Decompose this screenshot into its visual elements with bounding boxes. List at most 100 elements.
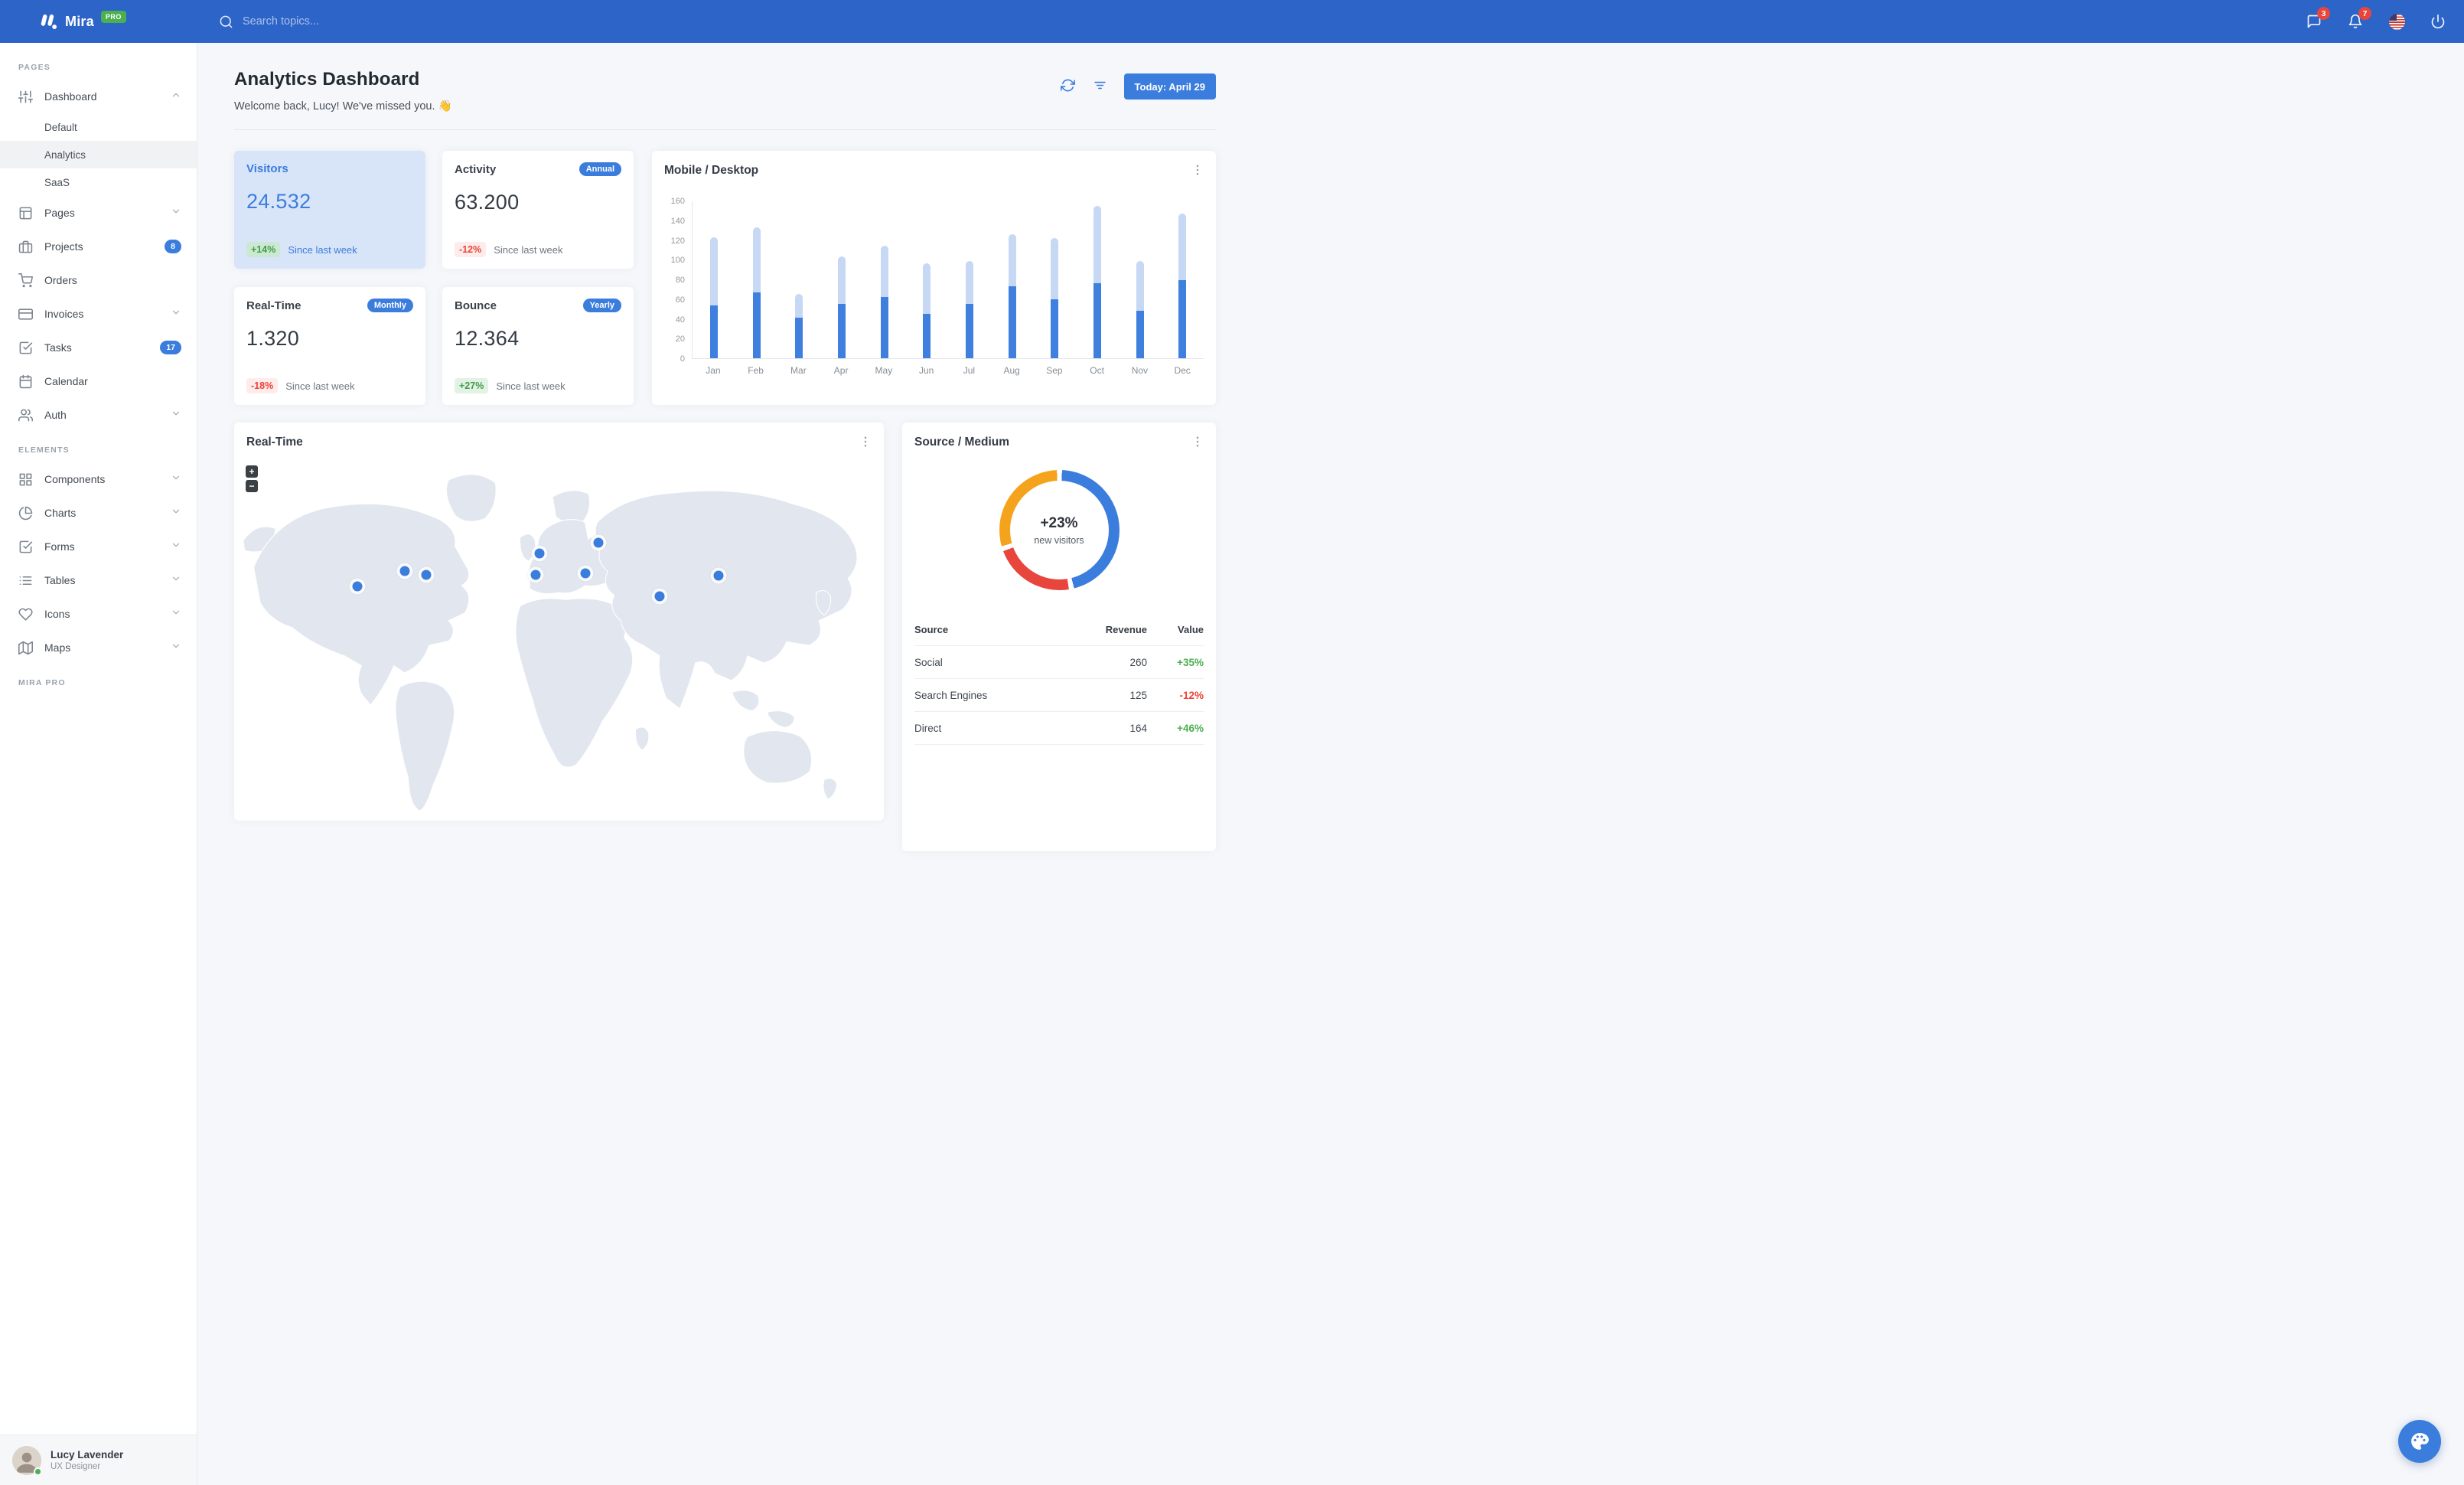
theme-settings-button[interactable]: [2398, 1420, 2441, 1463]
sidebar-item-icons[interactable]: Icons: [0, 597, 197, 631]
sidebar-user[interactable]: Lucy Lavender UX Designer: [0, 1434, 197, 1485]
bar-aug[interactable]: [991, 201, 1034, 358]
source-cell: Direct: [914, 722, 942, 734]
stat-title: Real-Time: [246, 299, 301, 312]
map-menu-button[interactable]: [858, 435, 873, 450]
x-axis-label: Oct: [1090, 365, 1104, 376]
avatar: [12, 1445, 42, 1476]
map-marker[interactable]: [580, 568, 591, 579]
sidebar-item-calendar[interactable]: Calendar: [0, 364, 197, 398]
sidebar-item-label: Maps: [44, 641, 71, 654]
bar-nov[interactable]: [1119, 201, 1162, 358]
chart-card-title: Mobile / Desktop: [664, 164, 759, 177]
sidebar-item-pages[interactable]: Pages: [0, 196, 197, 230]
sidebar-subitem-label: SaaS: [44, 176, 70, 188]
search-input[interactable]: [243, 15, 503, 28]
language-button[interactable]: [2387, 12, 2406, 31]
sidebar-subitem-default[interactable]: Default: [0, 113, 197, 141]
messages-button[interactable]: 3: [2305, 7, 2330, 31]
list-icon: [19, 576, 32, 585]
refresh-icon: [1061, 79, 1076, 92]
bar-apr[interactable]: [820, 201, 863, 358]
revenue-cell: 125: [1129, 689, 1147, 701]
world-map-graphic: [243, 474, 858, 811]
chevron-down-icon: [172, 475, 180, 479]
bar-may[interactable]: [863, 201, 906, 358]
bar-oct[interactable]: [1076, 201, 1119, 358]
source-donut-chart: +23% new visitors: [999, 470, 1120, 590]
map-marker[interactable]: [654, 591, 665, 601]
notifications-button[interactable]: 7: [2346, 7, 2371, 31]
map-zoom-controls: + −: [246, 465, 258, 492]
map-marker[interactable]: [399, 566, 410, 576]
sidebar-item-forms[interactable]: Forms: [0, 530, 197, 563]
pro-badge: PRO: [100, 11, 126, 23]
chevron-down-icon: [171, 206, 181, 220]
bar-sep[interactable]: [1033, 201, 1076, 358]
source-cell: Social: [914, 656, 943, 668]
bar-feb[interactable]: [735, 201, 778, 358]
sidebar-item-dashboard[interactable]: Dashboard: [0, 80, 197, 113]
map-zoom-in-button[interactable]: +: [246, 465, 258, 478]
user-name: Lucy Lavender: [51, 1449, 124, 1461]
filter-button[interactable]: [1092, 78, 1109, 95]
source-card-title: Source / Medium: [914, 436, 1010, 449]
bar-jul[interactable]: [948, 201, 991, 358]
stat-title: Bounce: [455, 299, 497, 312]
map-marker[interactable]: [421, 570, 432, 580]
sidebar-item-auth[interactable]: Auth: [0, 398, 197, 432]
stacked-bar-chart: 0 20 40 60 80 100 120 140 160: [664, 197, 1204, 364]
map-marker[interactable]: [593, 537, 604, 548]
sidebar-item-maps[interactable]: Maps: [0, 631, 197, 664]
bar-mar[interactable]: [777, 201, 820, 358]
chevron-down-icon: [171, 408, 181, 423]
table-row-search-engines: Search Engines 125 -12%: [914, 679, 1204, 712]
map-marker[interactable]: [534, 548, 545, 559]
sidebar-item-charts[interactable]: Charts: [0, 496, 197, 530]
sidebar-subitem-saas[interactable]: SaaS: [0, 168, 197, 196]
chevron-down-icon: [171, 540, 181, 554]
refresh-button[interactable]: [1060, 78, 1077, 95]
page-subtitle: Welcome back, Lucy! We've missed you. 👋: [234, 100, 452, 113]
credit-card-icon: [18, 308, 33, 320]
bar-dec[interactable]: [1161, 201, 1204, 358]
sidebar-item-orders[interactable]: Orders: [0, 263, 197, 297]
sidebar-item-projects[interactable]: Projects 8: [0, 230, 197, 263]
map-marker[interactable]: [352, 581, 363, 592]
sidebar-item-tables[interactable]: Tables: [0, 563, 197, 597]
map-card-title: Real-Time: [246, 436, 303, 449]
map-icon: [18, 641, 33, 654]
stat-title: Activity: [455, 162, 497, 176]
sidebar-item-tasks[interactable]: Tasks 17: [0, 331, 197, 364]
sidebar-item-components[interactable]: Components: [0, 462, 197, 496]
stat-note: Since last week: [285, 380, 355, 392]
stat-delta-badge: +27%: [455, 378, 489, 393]
world-map[interactable]: + −: [234, 455, 884, 821]
source-menu-button[interactable]: [1190, 435, 1205, 450]
bar-jan[interactable]: [693, 201, 735, 358]
stats-grid: Visitors 24.532 +14% Since last week Act…: [234, 151, 634, 405]
sidebar-item-invoices[interactable]: Invoices: [0, 297, 197, 331]
date-range-button[interactable]: Today: April 29: [1123, 73, 1216, 100]
x-axis-label: May: [875, 365, 893, 376]
stat-value: 12.364: [455, 327, 520, 350]
map-marker[interactable]: [530, 570, 541, 580]
x-axis-label: Nov: [1131, 365, 1149, 376]
sidebar-subitem-analytics[interactable]: Analytics: [0, 141, 197, 168]
global-search: [219, 15, 2305, 29]
x-axis-label: Dec: [1174, 365, 1191, 376]
map-zoom-out-button[interactable]: −: [246, 480, 258, 492]
stat-card-activity: Activity Annual 63.200 -12% Since last w…: [442, 151, 634, 269]
bar-jun[interactable]: [905, 201, 948, 358]
x-axis-label: Jan: [706, 365, 721, 376]
kebab-icon: [1196, 165, 1199, 175]
stat-card-real-time: Real-Time Monthly 1.320 -18% Since last …: [234, 287, 425, 405]
chevron-down-icon: [171, 573, 181, 588]
map-marker[interactable]: [713, 570, 724, 581]
sign-out-button[interactable]: [2429, 12, 2447, 31]
chart-menu-button[interactable]: [1190, 163, 1205, 178]
header-divider: [234, 129, 1216, 130]
x-axis-label: Aug: [1003, 365, 1020, 376]
chevron-down-icon: [172, 509, 180, 513]
app-logo[interactable]: Mira PRO: [0, 11, 197, 31]
